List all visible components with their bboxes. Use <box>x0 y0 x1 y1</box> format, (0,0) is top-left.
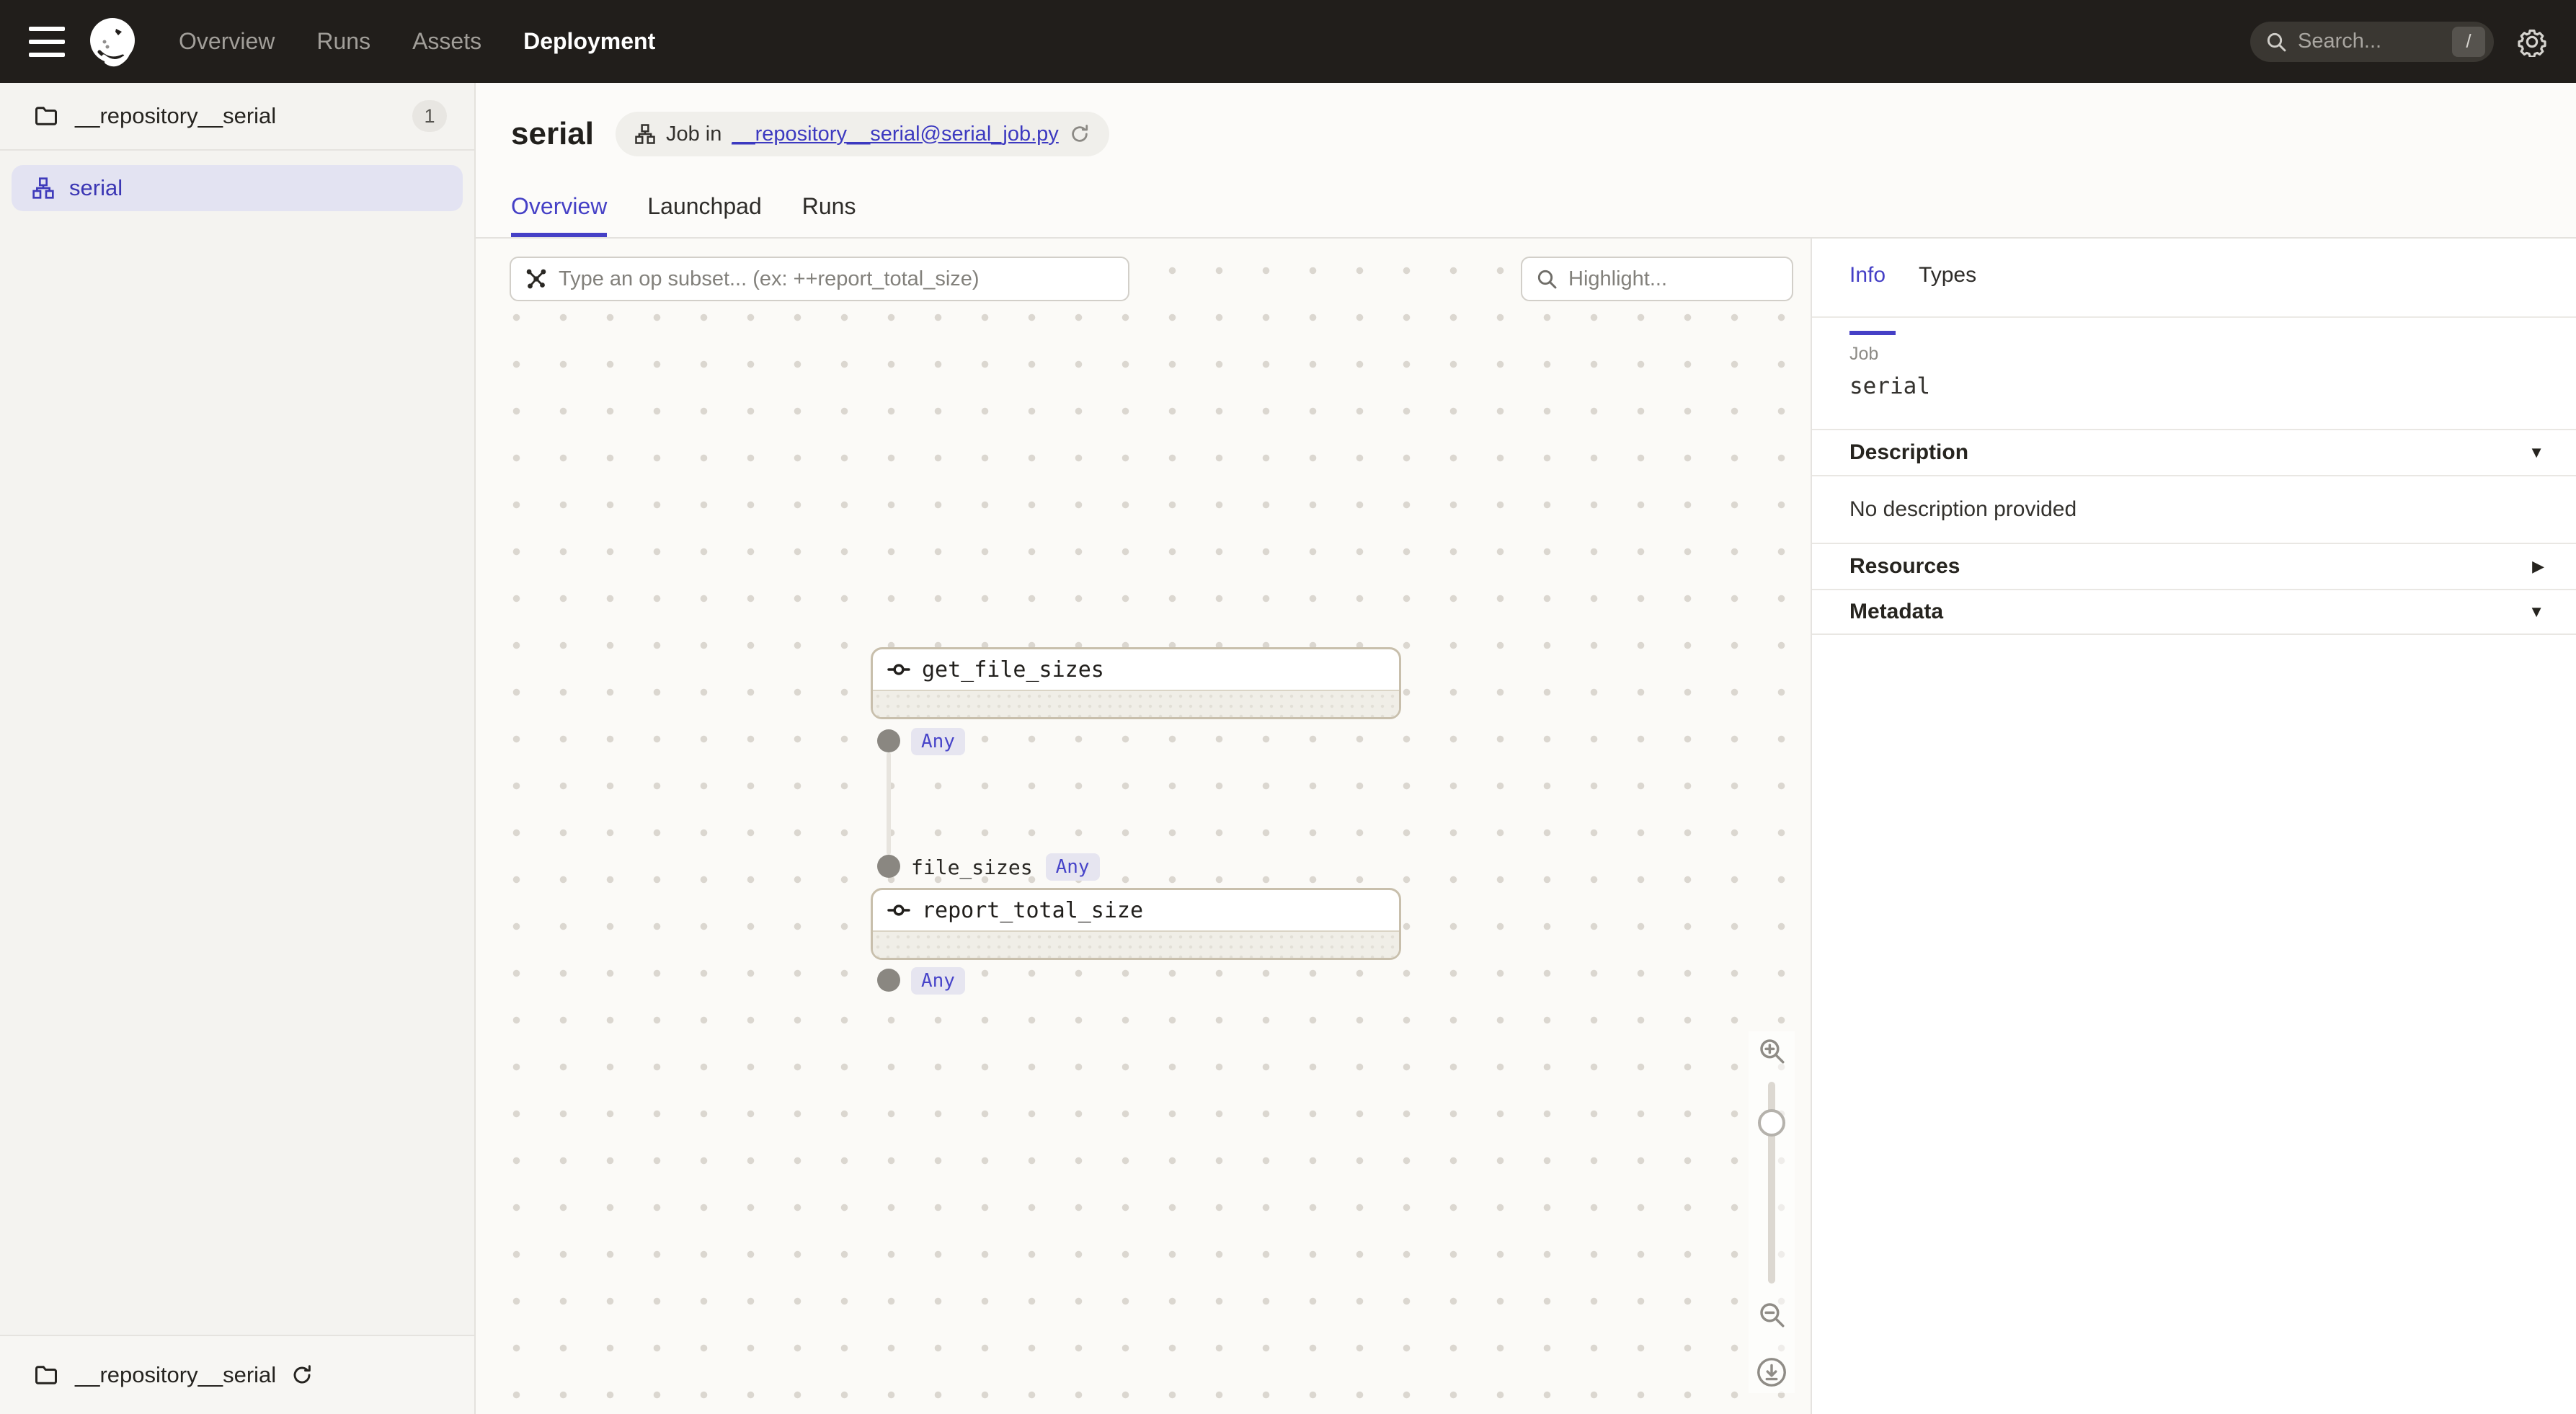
job-origin-prefix: Job in <box>666 123 721 146</box>
download-view-button[interactable] <box>1751 1351 1793 1393</box>
sidebar-spacer <box>0 211 474 1335</box>
settings-button[interactable] <box>2517 27 2547 57</box>
job-header: serial Job in __repository__serial@seria… <box>476 83 2576 239</box>
op-icon <box>887 899 910 922</box>
job-field-label: Job <box>1849 344 2539 365</box>
edge-get-file-sizes-to-report-total-size <box>887 752 891 855</box>
op-subset-field <box>510 257 1129 301</box>
gear-icon <box>2517 27 2547 57</box>
sidebar-repository-header[interactable]: __repository__serial 1 <box>0 83 474 151</box>
op-node-report-total-size[interactable]: report_total_size <box>871 888 1401 960</box>
zoom-out-button[interactable] <box>1752 1295 1791 1334</box>
op-subset-input[interactable] <box>559 267 1115 291</box>
reload-icon[interactable] <box>1069 123 1091 145</box>
job-field-value: serial <box>1849 373 2539 399</box>
tab-overview[interactable]: Overview <box>511 193 607 237</box>
tab-launchpad[interactable]: Launchpad <box>647 193 761 237</box>
zoom-in-icon <box>1756 1036 1787 1066</box>
section-label: Resources <box>1849 554 1960 579</box>
sidebar-item-label: serial <box>69 175 123 201</box>
panel-tabs: Info Types <box>1812 239 2576 318</box>
search-shortcut-key: / <box>2452 27 2485 57</box>
sidebar: __repository__serial 1 serial __reposito… <box>0 83 476 1414</box>
nav-link-overview[interactable]: Overview <box>179 28 275 55</box>
output-type-badge[interactable]: Any <box>911 728 965 755</box>
section-label: Metadata <box>1849 600 1943 624</box>
section-metadata[interactable]: Metadata ▼ <box>1812 589 2576 635</box>
zoom-controls <box>1749 1031 1795 1393</box>
chevron-down-icon: ▼ <box>2528 443 2544 462</box>
op-selector-icon <box>524 267 548 291</box>
section-description[interactable]: Description ▼ <box>1812 429 2576 475</box>
zoom-in-button[interactable] <box>1752 1031 1791 1070</box>
output-handle <box>877 729 900 752</box>
nav-link-deployment[interactable]: Deployment <box>523 28 655 55</box>
folder-icon <box>33 1362 59 1388</box>
download-icon <box>1755 1356 1788 1389</box>
dagster-logo-icon[interactable] <box>85 14 140 69</box>
job-icon <box>634 123 656 145</box>
job-origin-pill: Job in __repository__serial@serial_job.p… <box>616 112 1109 156</box>
sidebar-item-serial[interactable]: serial <box>12 165 463 211</box>
folder-icon <box>33 103 59 129</box>
op-graph-canvas[interactable]: get_file_sizes Any file_sizes Any <box>476 239 1811 1414</box>
nav-right: / <box>2250 0 2576 83</box>
menu-icon[interactable] <box>29 27 65 57</box>
highlight-field <box>1521 257 1793 301</box>
job-summary: Job serial <box>1812 318 2576 429</box>
nav-link-assets[interactable]: Assets <box>412 28 481 55</box>
section-label: Description <box>1849 440 1968 465</box>
highlight-input[interactable] <box>1568 267 1779 291</box>
chevron-down-icon: ▼ <box>2528 602 2544 621</box>
tab-runs[interactable]: Runs <box>802 193 856 237</box>
top-nav: Overview Runs Assets Deployment / <box>0 0 2576 83</box>
nav-link-runs[interactable]: Runs <box>316 28 370 55</box>
panel-tab-info[interactable]: Info <box>1849 263 1886 316</box>
input-type-badge[interactable]: Any <box>1046 853 1100 881</box>
input-name: file_sizes <box>911 855 1033 879</box>
job-tabs: Overview Launchpad Runs <box>511 193 856 237</box>
page-title: serial <box>511 116 594 152</box>
zoom-out-icon <box>1756 1299 1787 1330</box>
section-resources[interactable]: Resources ▶ <box>1812 543 2576 589</box>
search-input[interactable] <box>2298 30 2452 53</box>
op-node-config-strip <box>873 690 1399 717</box>
reload-repository-icon[interactable] <box>290 1364 314 1387</box>
zoom-slider[interactable] <box>1768 1082 1775 1284</box>
job-count-badge: 1 <box>412 100 447 132</box>
search-icon <box>1535 267 1558 290</box>
output-type-badge[interactable]: Any <box>911 967 965 995</box>
job-icon <box>32 177 55 200</box>
info-panel: Info Types Job serial Description ▼ No d… <box>1811 239 2576 1414</box>
op-name: get_file_sizes <box>922 657 1104 682</box>
panel-tab-types[interactable]: Types <box>1919 263 1976 316</box>
main-area: serial Job in __repository__serial@seria… <box>476 83 2576 1414</box>
op-node-get-file-sizes[interactable]: get_file_sizes <box>871 647 1401 719</box>
input-handle <box>877 855 900 878</box>
description-content: No description provided <box>1812 475 2576 543</box>
chevron-right-icon: ▶ <box>2532 557 2544 576</box>
op-icon <box>887 658 910 681</box>
footer-repository-name: __repository__serial <box>75 1362 276 1388</box>
sidebar-footer-repository[interactable]: __repository__serial <box>0 1335 474 1414</box>
zoom-slider-knob[interactable] <box>1758 1109 1785 1137</box>
output-handle <box>877 969 900 992</box>
job-origin-link[interactable]: __repository__serial@serial_job.py <box>732 123 1058 146</box>
search-icon <box>2265 30 2288 53</box>
op-node-config-strip <box>873 930 1399 958</box>
op-name: report_total_size <box>922 898 1143 923</box>
repository-name: __repository__serial <box>75 103 412 129</box>
nav-links: Overview Runs Assets Deployment <box>179 28 655 55</box>
global-search[interactable]: / <box>2250 22 2494 62</box>
